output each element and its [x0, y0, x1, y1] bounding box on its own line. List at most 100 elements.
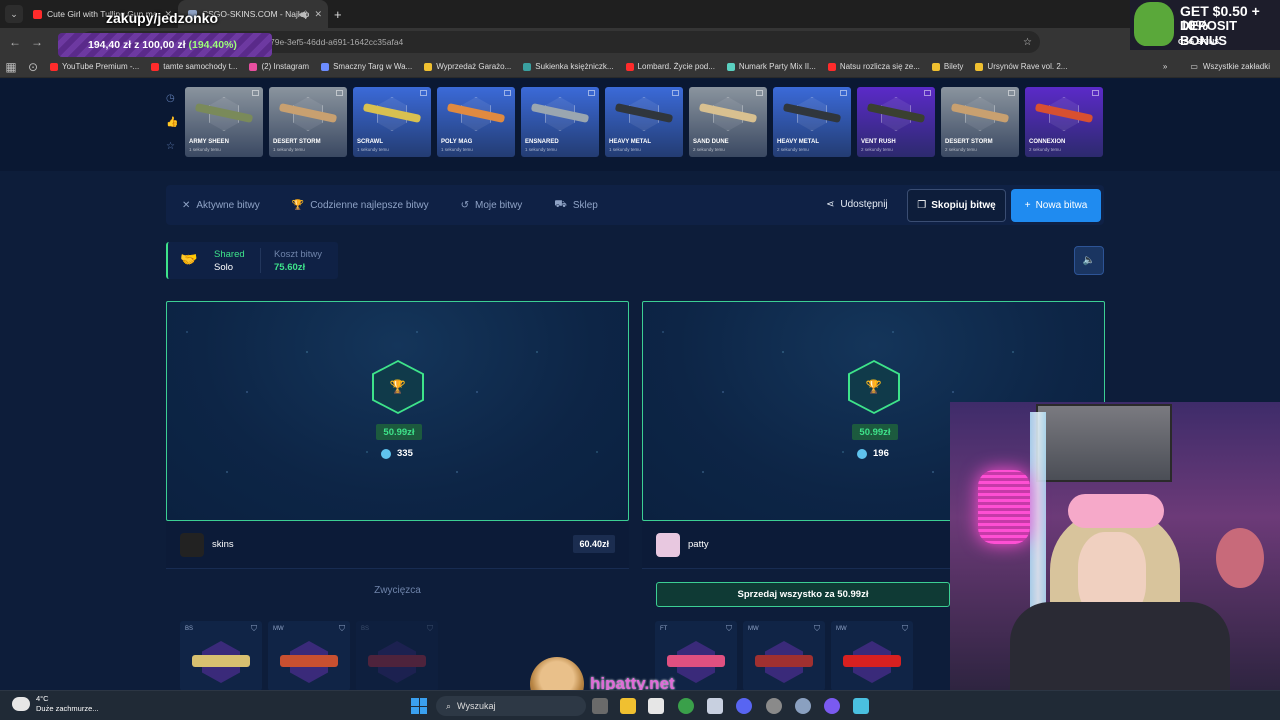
app-icon[interactable]	[853, 698, 869, 714]
drop-card[interactable]: ENSNARED 1 sekundy temu	[521, 87, 599, 157]
bookmark-item[interactable]: Natsu rozlicza się ze...	[822, 62, 926, 71]
handshake-icon: 🤝	[180, 251, 198, 267]
new-battle-button[interactable]: + Nowa bitwa	[1011, 189, 1101, 222]
share-button[interactable]: ⋖ Udostępnij	[826, 199, 888, 210]
bookmark-label: Wyprzedaż Garażo...	[436, 62, 512, 71]
weather-widget[interactable]: 4°C Duże zachmurze...	[12, 694, 99, 714]
star-icon[interactable]: ☆	[166, 141, 178, 153]
bookmark-favicon-icon	[321, 62, 330, 71]
task-view-icon[interactable]	[592, 698, 608, 714]
close-icon[interactable]: ✕	[314, 9, 322, 20]
case-icon	[420, 90, 427, 96]
weapon-image	[843, 655, 901, 667]
bookmark-item[interactable]: Bilety	[926, 62, 970, 71]
bookmark-item[interactable]: tamte samochody t...	[145, 62, 243, 71]
mode-type: Shared	[214, 249, 245, 260]
drop-card[interactable]: CONNEXION 2 sekundy temu	[1025, 87, 1103, 157]
case-icon	[924, 90, 931, 96]
app-icon[interactable]	[824, 698, 840, 714]
bookmark-icon[interactable]: ⊙	[22, 60, 44, 74]
skin-name: ARMY SHEEN	[189, 139, 229, 145]
start-icon[interactable]	[411, 698, 427, 714]
live-drops-strip: ◷ 👍 ☆ ARMY SHEEN 1 sekundy temu DESERT STO…	[0, 79, 1280, 171]
back-icon[interactable]: ←	[4, 35, 26, 49]
condition-label: BS	[185, 626, 194, 632]
coin-value: 196	[873, 448, 889, 459]
avatar[interactable]	[656, 533, 680, 557]
drop-card[interactable]: HEAVY METAL 2 sekundy temu	[773, 87, 851, 157]
sell-all-button[interactable]: Sprzedaj wszystko za 50.99zł	[656, 582, 950, 607]
notepad-icon[interactable]	[707, 698, 723, 714]
skin-name: DESERT STORM	[945, 139, 993, 145]
webcam-overlay	[950, 402, 1280, 690]
avatar[interactable]	[180, 533, 204, 557]
tab-shop[interactable]: ⛟ Sklep	[538, 199, 614, 212]
drop-card[interactable]: DESERT STORM 1 sekundy temu	[269, 87, 347, 157]
weapon-image	[192, 655, 250, 667]
bookmark-item[interactable]: Smaczny Targ w Wa...	[315, 62, 418, 71]
drop-card[interactable]: ARMY SHEEN 1 sekundy temu	[185, 87, 263, 157]
won-item-card[interactable]: BS ⛉	[356, 621, 438, 691]
store-icon[interactable]	[648, 698, 664, 714]
copy-battle-button[interactable]: ❐ Skopiuj bitwę	[907, 189, 1006, 222]
player-name[interactable]: patty	[688, 539, 709, 550]
drop-time: 1 sekundy temu	[189, 147, 221, 152]
sound-toggle-button[interactable]: 🔈	[1074, 246, 1104, 275]
forward-icon[interactable]: →	[26, 35, 48, 49]
cat-ear-headphones	[1068, 494, 1164, 528]
thumb-up-icon[interactable]: 👍	[166, 117, 178, 129]
skin-name: CONNEXION	[1029, 139, 1066, 145]
bookmark-favicon-icon	[827, 62, 836, 71]
bookmark-item[interactable]: YouTube Premium -...	[44, 62, 145, 71]
tab-daily-best[interactable]: 🏆 Codzienne najlepsze bitwy	[276, 200, 445, 211]
condition-label: MW	[748, 626, 759, 632]
bookmark-item[interactable]: Numark Party Mix II...	[721, 62, 822, 71]
bookmark-star-icon[interactable]: ☆	[1023, 37, 1032, 48]
shield-icon: ⛉	[814, 624, 820, 633]
deposit-bonus-ad[interactable]: GET $0.50 + 10% DEPOSIT BONUS CSG SKINS	[1130, 0, 1280, 50]
condition-label: FT	[660, 626, 668, 632]
win-amount: 50.99zł	[376, 424, 422, 440]
file-explorer-icon[interactable]	[620, 698, 636, 714]
drop-card[interactable]: HEAVY METAL 1 sekundy temu	[605, 87, 683, 157]
tab-search-button[interactable]: ⌄	[5, 5, 23, 23]
plush-toy	[1216, 528, 1264, 588]
drop-card[interactable]: POLY MAG 1 sekundy temu	[437, 87, 515, 157]
won-item-card[interactable]: MW ⛉	[268, 621, 350, 691]
chrome-icon[interactable]	[678, 698, 694, 714]
speaker-icon[interactable]: ◀)	[298, 9, 308, 20]
winner-label: Zwycięzca	[374, 585, 421, 596]
weapon-image	[280, 655, 338, 667]
bookmark-item[interactable]: Sukienka księżniczk...	[517, 62, 619, 71]
drop-card[interactable]: SCRAWL 1 sekundy temu	[353, 87, 431, 157]
won-item-card[interactable]: BS ⛉	[180, 621, 262, 691]
drop-card[interactable]: DESERT STORM 2 sekundy temu	[941, 87, 1019, 157]
won-item-card[interactable]: MW ⛉	[831, 621, 913, 691]
tab-active-battles[interactable]: ✕ Aktywne bitwy	[166, 200, 276, 211]
battle-mode-panel: 🤝 Shared Solo Koszt bitwy 75.60zł	[166, 242, 338, 279]
player-name[interactable]: skins	[212, 539, 234, 550]
drop-time: 1 sekundy temu	[357, 147, 389, 152]
apps-icon[interactable]: ▦	[0, 60, 22, 74]
taskbar-search[interactable]: ⌕ Wyszukaj	[436, 696, 586, 716]
settings-icon[interactable]	[795, 698, 811, 714]
bookmark-item[interactable]: Wyprzedaż Garażo...	[418, 62, 517, 71]
new-tab-button[interactable]: +	[334, 7, 342, 22]
skin-name: SAND DUNE	[693, 139, 729, 145]
all-bookmarks[interactable]: Wszystkie zakładki	[1203, 62, 1270, 71]
more-bookmarks-icon[interactable]: »	[1163, 62, 1167, 71]
discord-icon[interactable]	[736, 698, 752, 714]
drop-card[interactable]: SAND DUNE 2 sekundy temu	[689, 87, 767, 157]
bookmark-item[interactable]: Lombard. Życie pod...	[620, 62, 721, 71]
bookmark-item[interactable]: Ursynów Rave vol. 2...	[969, 62, 1073, 71]
case-icon	[756, 90, 763, 96]
obs-icon[interactable]	[766, 698, 782, 714]
drop-time: 1 sekundy temu	[441, 147, 473, 152]
won-item-card[interactable]: MW ⛉	[743, 621, 825, 691]
bookmark-label: Numark Party Mix II...	[738, 62, 816, 71]
tab-my-battles[interactable]: ↺ Moje bitwy	[445, 200, 539, 211]
drop-time: 1 sekundy temu	[273, 147, 305, 152]
drop-card[interactable]: VENT RUSH 2 sekundy temu	[857, 87, 935, 157]
clock-icon[interactable]: ◷	[166, 93, 178, 105]
bookmark-item[interactable]: (2) Instagram	[243, 62, 315, 71]
